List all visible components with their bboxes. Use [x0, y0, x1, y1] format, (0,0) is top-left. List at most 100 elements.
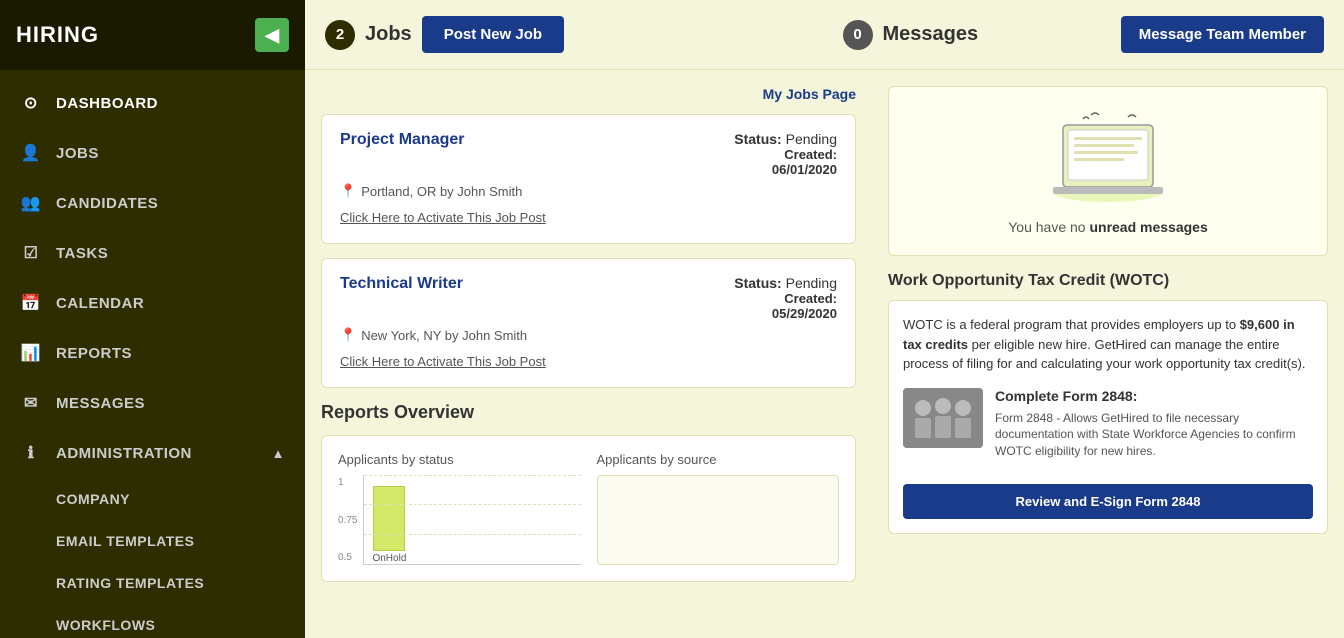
- wotc-form-title: Complete Form 2848:: [995, 388, 1313, 404]
- status-value-1: Pending: [786, 131, 837, 147]
- messages-icon: ✉: [20, 392, 42, 414]
- jobs-icon: 👤: [20, 142, 42, 164]
- applicants-by-status-chart: Applicants by status 1 0.75 0.5: [338, 452, 581, 565]
- dashboard-icon: ⊙: [20, 92, 42, 114]
- job-card-2: Technical Writer Status: Pending Created…: [321, 258, 856, 388]
- messages-count-badge: 0: [843, 20, 873, 50]
- bar-group-onhold: OnHold: [372, 486, 406, 564]
- jobs-count-section: 2 Jobs Post New Job: [325, 16, 807, 53]
- job-location-2: 📍 New York, NY by John Smith: [340, 327, 837, 343]
- sidebar-item-tasks[interactable]: ☑ TASKS: [0, 228, 305, 278]
- wotc-desc-start: WOTC is a federal program that provides …: [903, 317, 1240, 332]
- job-title-2[interactable]: Technical Writer: [340, 275, 463, 293]
- sidebar-item-workflows[interactable]: WORKFLOWS: [0, 604, 305, 638]
- job-status-2: Status: Pending: [734, 275, 837, 291]
- job-created-1: Created: 06/01/2020: [734, 147, 837, 177]
- sidebar-item-calendar[interactable]: 📅 CALENDAR: [0, 278, 305, 328]
- job-location-1: 📍 Portland, OR by John Smith: [340, 183, 837, 199]
- sub-nav-label: COMPANY: [56, 491, 130, 507]
- job-created-2: Created: 05/29/2020: [734, 291, 837, 321]
- no-messages-prefix: You have no: [1008, 219, 1089, 235]
- administration-icon: ℹ: [20, 442, 42, 464]
- tasks-icon: ☑: [20, 242, 42, 264]
- job-location-text-2: New York, NY by John Smith: [361, 328, 527, 343]
- reports-title: Reports Overview: [321, 402, 856, 423]
- messages-card: You have no unread messages: [888, 86, 1328, 256]
- right-panel: You have no unread messages Work Opportu…: [872, 70, 1344, 638]
- message-team-button[interactable]: Message Team Member: [1121, 16, 1324, 53]
- sidebar-item-jobs[interactable]: 👤 JOBS: [0, 128, 305, 178]
- sidebar-item-label: JOBS: [56, 145, 285, 162]
- sidebar-item-messages[interactable]: ✉ MESSAGES: [0, 378, 305, 428]
- left-panel: My Jobs Page Project Manager Status: Pen…: [305, 70, 872, 638]
- sub-nav-label: WORKFLOWS: [56, 617, 155, 633]
- no-messages-illustration: [1028, 107, 1188, 207]
- created-date-2: 05/29/2020: [772, 306, 837, 321]
- sidebar-title: HIRING: [16, 22, 99, 48]
- sidebar-item-administration[interactable]: ℹ ADMINISTRATION ▲: [0, 428, 305, 478]
- messages-section: 0 Messages Message Team Member: [823, 16, 1325, 53]
- bar-area: OnHold: [363, 475, 580, 565]
- candidates-icon: 👥: [20, 192, 42, 214]
- applicants-by-source-label: Applicants by source: [597, 452, 840, 467]
- no-messages-text: You have no unread messages: [909, 219, 1307, 235]
- wotc-form-info: Complete Form 2848: Form 2848 - Allows G…: [995, 388, 1313, 472]
- wotc-form-description: Form 2848 - Allows GetHired to file nece…: [995, 410, 1313, 460]
- sidebar-item-label: ADMINISTRATION: [56, 445, 258, 462]
- status-label-2: Status:: [734, 275, 781, 291]
- grid-line-mid2: [364, 534, 580, 535]
- my-jobs-link-container: My Jobs Page: [321, 86, 856, 104]
- y-axis: 1 0.75 0.5: [338, 475, 357, 565]
- top-bar: 2 Jobs Post New Job 0 Messages Message T…: [305, 0, 1344, 70]
- sidebar-header: HIRING ◀: [0, 0, 305, 70]
- status-value-2: Pending: [786, 275, 837, 291]
- wotc-title: Work Opportunity Tax Credit (WOTC): [888, 272, 1328, 290]
- created-label-2: Created:: [784, 291, 837, 306]
- sidebar-item-dashboard[interactable]: ⊙ DASHBOARD: [0, 78, 305, 128]
- activate-job-link-2[interactable]: Click Here to Activate This Job Post: [340, 354, 546, 369]
- sidebar-item-label: CANDIDATES: [56, 195, 285, 212]
- reports-overview-section: Reports Overview Applicants by status 1 …: [321, 402, 856, 582]
- sidebar-item-rating-templates[interactable]: RATING TEMPLATES: [0, 562, 305, 604]
- wotc-card: WOTC is a federal program that provides …: [888, 300, 1328, 534]
- sub-nav-label: EMAIL TEMPLATES: [56, 533, 194, 549]
- sidebar-item-company[interactable]: COMPANY: [0, 478, 305, 520]
- applicants-by-status-label: Applicants by status: [338, 452, 581, 467]
- sidebar-item-label: REPORTS: [56, 345, 285, 362]
- post-new-job-button[interactable]: Post New Job: [422, 16, 564, 53]
- sidebar-item-candidates[interactable]: 👥 CANDIDATES: [0, 178, 305, 228]
- sidebar-item-email-templates[interactable]: EMAIL TEMPLATES: [0, 520, 305, 562]
- sidebar-toggle-button[interactable]: ◀: [255, 18, 289, 52]
- grid-line-mid1: [364, 504, 580, 505]
- job-status-section-2: Status: Pending Created: 05/29/2020: [734, 275, 837, 321]
- no-messages-bold: unread messages: [1089, 219, 1207, 235]
- status-label-1: Status:: [734, 131, 781, 147]
- sidebar-item-label: TASKS: [56, 245, 285, 262]
- activate-job-link-1[interactable]: Click Here to Activate This Job Post: [340, 210, 546, 225]
- grid-line-top: [364, 475, 580, 476]
- wotc-description: WOTC is a federal program that provides …: [903, 315, 1313, 374]
- sidebar-item-reports[interactable]: 📊 REPORTS: [0, 328, 305, 378]
- bar-label-onhold: OnHold: [372, 553, 406, 564]
- sidebar-nav: ⊙ DASHBOARD 👤 JOBS 👥 CANDIDATES ☑ TASKS …: [0, 70, 305, 638]
- wotc-team-svg: [903, 388, 983, 448]
- job-status-section-1: Status: Pending Created: 06/01/2020: [734, 131, 837, 177]
- y-label-075: 0.75: [338, 515, 357, 526]
- y-label-1: 1: [338, 477, 357, 488]
- messages-section-title: Messages: [883, 23, 979, 46]
- source-chart-area: [597, 475, 840, 565]
- wotc-image: [903, 388, 983, 448]
- sidebar-item-label: MESSAGES: [56, 395, 285, 412]
- sidebar-item-label: DASHBOARD: [56, 95, 285, 112]
- review-esign-button[interactable]: Review and E-Sign Form 2848: [903, 484, 1313, 519]
- sidebar: HIRING ◀ ⊙ DASHBOARD 👤 JOBS 👥 CANDIDATES…: [0, 0, 305, 638]
- created-label-1: Created:: [784, 147, 837, 162]
- applicants-by-source-chart: Applicants by source: [597, 452, 840, 565]
- job-card-1: Project Manager Status: Pending Created:…: [321, 114, 856, 244]
- sub-nav-label: RATING TEMPLATES: [56, 575, 204, 591]
- job-card-header: Project Manager Status: Pending Created:…: [340, 131, 837, 177]
- my-jobs-page-link[interactable]: My Jobs Page: [763, 86, 856, 102]
- wotc-form-section: Complete Form 2848: Form 2848 - Allows G…: [903, 388, 1313, 472]
- job-title-1[interactable]: Project Manager: [340, 131, 464, 149]
- wotc-section: Work Opportunity Tax Credit (WOTC) WOTC …: [888, 272, 1328, 534]
